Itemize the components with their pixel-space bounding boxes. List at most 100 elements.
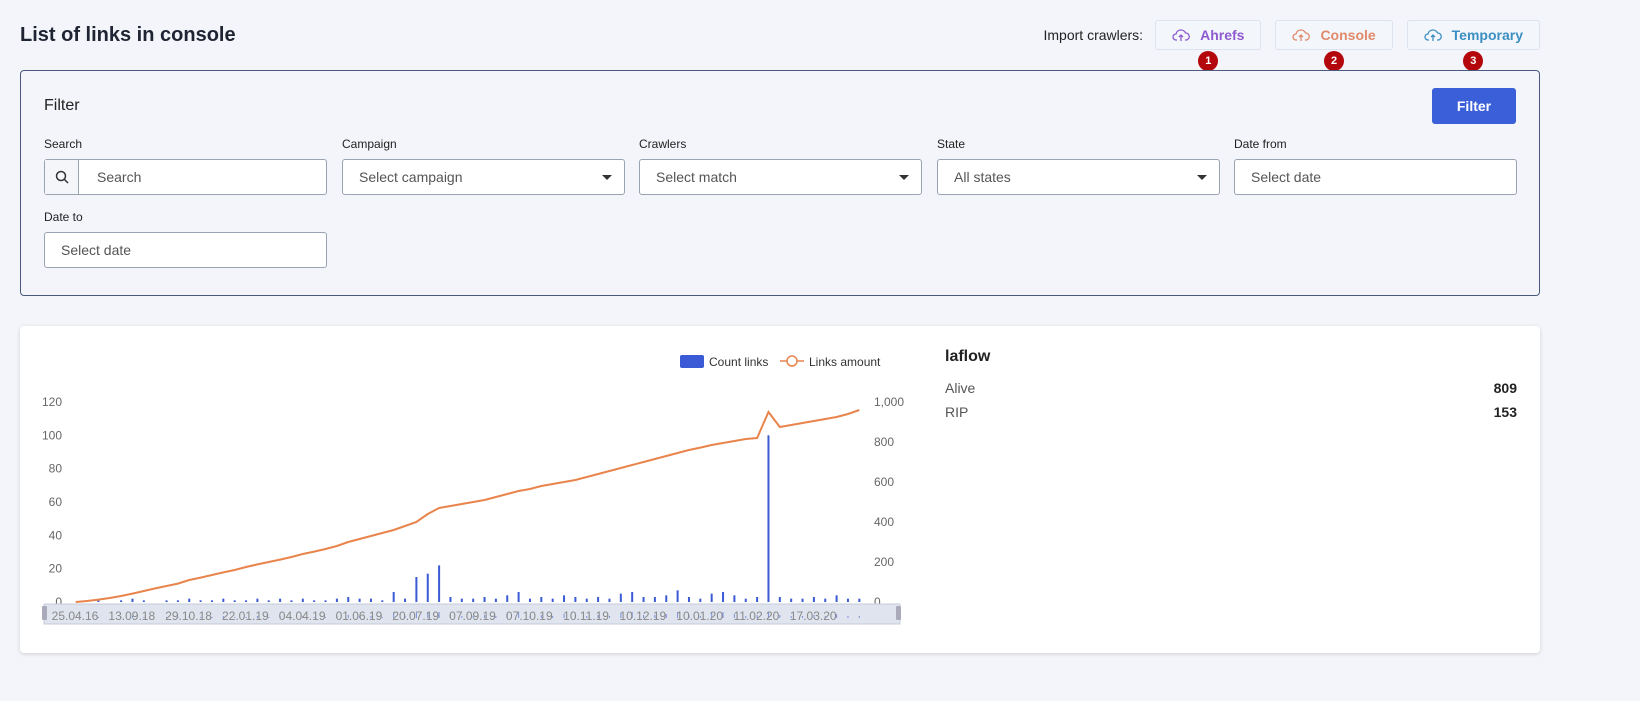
- badge: 2: [1324, 51, 1345, 71]
- slider-bar: [608, 616, 610, 618]
- campaign-field: Campaign Select campaign: [342, 137, 625, 195]
- x-tick-label: 07.09.19: [449, 609, 496, 623]
- bar: [347, 597, 350, 602]
- state-field: State All states: [937, 137, 1220, 195]
- y-left-tick: 80: [49, 462, 63, 476]
- bar: [858, 598, 861, 602]
- bar: [404, 598, 407, 602]
- crawlers-select[interactable]: Select match: [639, 159, 922, 195]
- bar: [642, 597, 645, 602]
- cloud-upload-icon: [1424, 29, 1442, 41]
- date-from-field: Date from Select date: [1234, 137, 1517, 195]
- bar: [131, 598, 134, 602]
- search-icon: [45, 160, 79, 194]
- search-input[interactable]: Search: [44, 159, 327, 195]
- cloud-upload-icon: [1172, 29, 1190, 41]
- campaign-label: Campaign: [342, 137, 397, 151]
- date-to-input[interactable]: Select date: [44, 232, 327, 268]
- bar: [483, 597, 486, 602]
- bar: [245, 600, 248, 602]
- bar: [165, 600, 168, 602]
- bar: [778, 597, 781, 602]
- bar: [801, 598, 804, 602]
- stat-label: Alive: [945, 380, 976, 396]
- bar: [381, 600, 384, 602]
- x-tick-label: 17.03.20: [790, 609, 837, 623]
- bar: [687, 597, 690, 602]
- x-tick-label: 29.10.18: [165, 609, 212, 623]
- bar: [313, 600, 316, 602]
- y-right-tick: 200: [874, 555, 894, 569]
- x-tick-label: 10.11.19: [563, 609, 609, 623]
- bar: [835, 595, 838, 602]
- caret-down-icon: [602, 175, 612, 185]
- bar: [290, 600, 293, 602]
- crawlers-value: Select match: [656, 169, 737, 185]
- caret-down-icon: [899, 175, 909, 185]
- badge: 1: [1198, 51, 1219, 71]
- bar: [369, 598, 372, 602]
- bar: [279, 598, 282, 602]
- date-from-input[interactable]: Select date: [1234, 159, 1517, 195]
- import-ahrefs-button[interactable]: Ahrefs 1: [1155, 20, 1262, 71]
- bar: [846, 598, 849, 602]
- bar: [619, 593, 622, 602]
- stat-value: 809: [1493, 380, 1517, 396]
- date-from-label: Date from: [1234, 137, 1287, 151]
- campaign-value: Select campaign: [359, 169, 463, 185]
- date-to-placeholder: Select date: [61, 242, 132, 258]
- slider-bar: [847, 616, 849, 618]
- bar: [267, 600, 270, 602]
- bar: [256, 598, 259, 602]
- y-right-tick: 400: [874, 515, 894, 529]
- bar: [358, 598, 361, 602]
- bar: [176, 600, 179, 602]
- import-button-label: Ahrefs: [1200, 27, 1245, 43]
- stat-label: RIP: [945, 404, 969, 420]
- y-right-tick: 1,000: [874, 395, 904, 409]
- slider-bar: [858, 616, 860, 618]
- bar: [438, 565, 441, 602]
- slider-handle-right: [896, 606, 901, 620]
- filter-panel: Filter Filter Search Search Campaign Sel…: [20, 70, 1540, 296]
- bar: [324, 600, 327, 602]
- import-temporary-button[interactable]: Temporary 3: [1406, 20, 1540, 71]
- bar: [392, 592, 395, 602]
- import-button-label: Console: [1320, 27, 1376, 43]
- crawlers-field: Crawlers Select match: [639, 137, 922, 195]
- stat-value: 153: [1493, 404, 1517, 420]
- bar: [699, 598, 702, 602]
- bar: [574, 597, 577, 602]
- bar: [744, 598, 747, 602]
- x-tick-label: 10.12.19: [619, 609, 666, 623]
- y-left-tick: 40: [49, 528, 63, 542]
- bar: [142, 600, 145, 602]
- line-series: [75, 409, 860, 603]
- bar: [653, 597, 656, 602]
- bar: [585, 598, 588, 602]
- filter-button[interactable]: Filter: [1432, 88, 1516, 124]
- y-left-tick: 120: [42, 395, 62, 409]
- state-select[interactable]: All states: [937, 159, 1220, 195]
- bar: [517, 592, 520, 602]
- date-to-field: Date to Select date: [44, 210, 327, 268]
- date-to-label: Date to: [44, 210, 83, 224]
- bar: [301, 598, 304, 602]
- bar: [812, 597, 815, 602]
- bar: [676, 590, 679, 602]
- import-button-label: Temporary: [1451, 27, 1523, 43]
- bar: [120, 600, 123, 602]
- bar: [733, 595, 736, 602]
- campaign-select[interactable]: Select campaign: [342, 159, 625, 195]
- state-value: All states: [954, 169, 1011, 185]
- bar: [449, 597, 452, 602]
- bar: [233, 600, 236, 602]
- caret-down-icon: [1197, 175, 1207, 185]
- y-left-tick: 60: [49, 495, 63, 509]
- bar: [767, 435, 770, 602]
- import-crawlers: Import crawlers: Ahrefs 1 Console 2 Temporar…: [1044, 20, 1540, 71]
- x-tick-label: 20.07.19: [392, 609, 439, 623]
- legend-links-amount: Links amount: [809, 355, 881, 369]
- bar: [460, 598, 463, 602]
- import-console-button[interactable]: Console 2: [1275, 20, 1393, 71]
